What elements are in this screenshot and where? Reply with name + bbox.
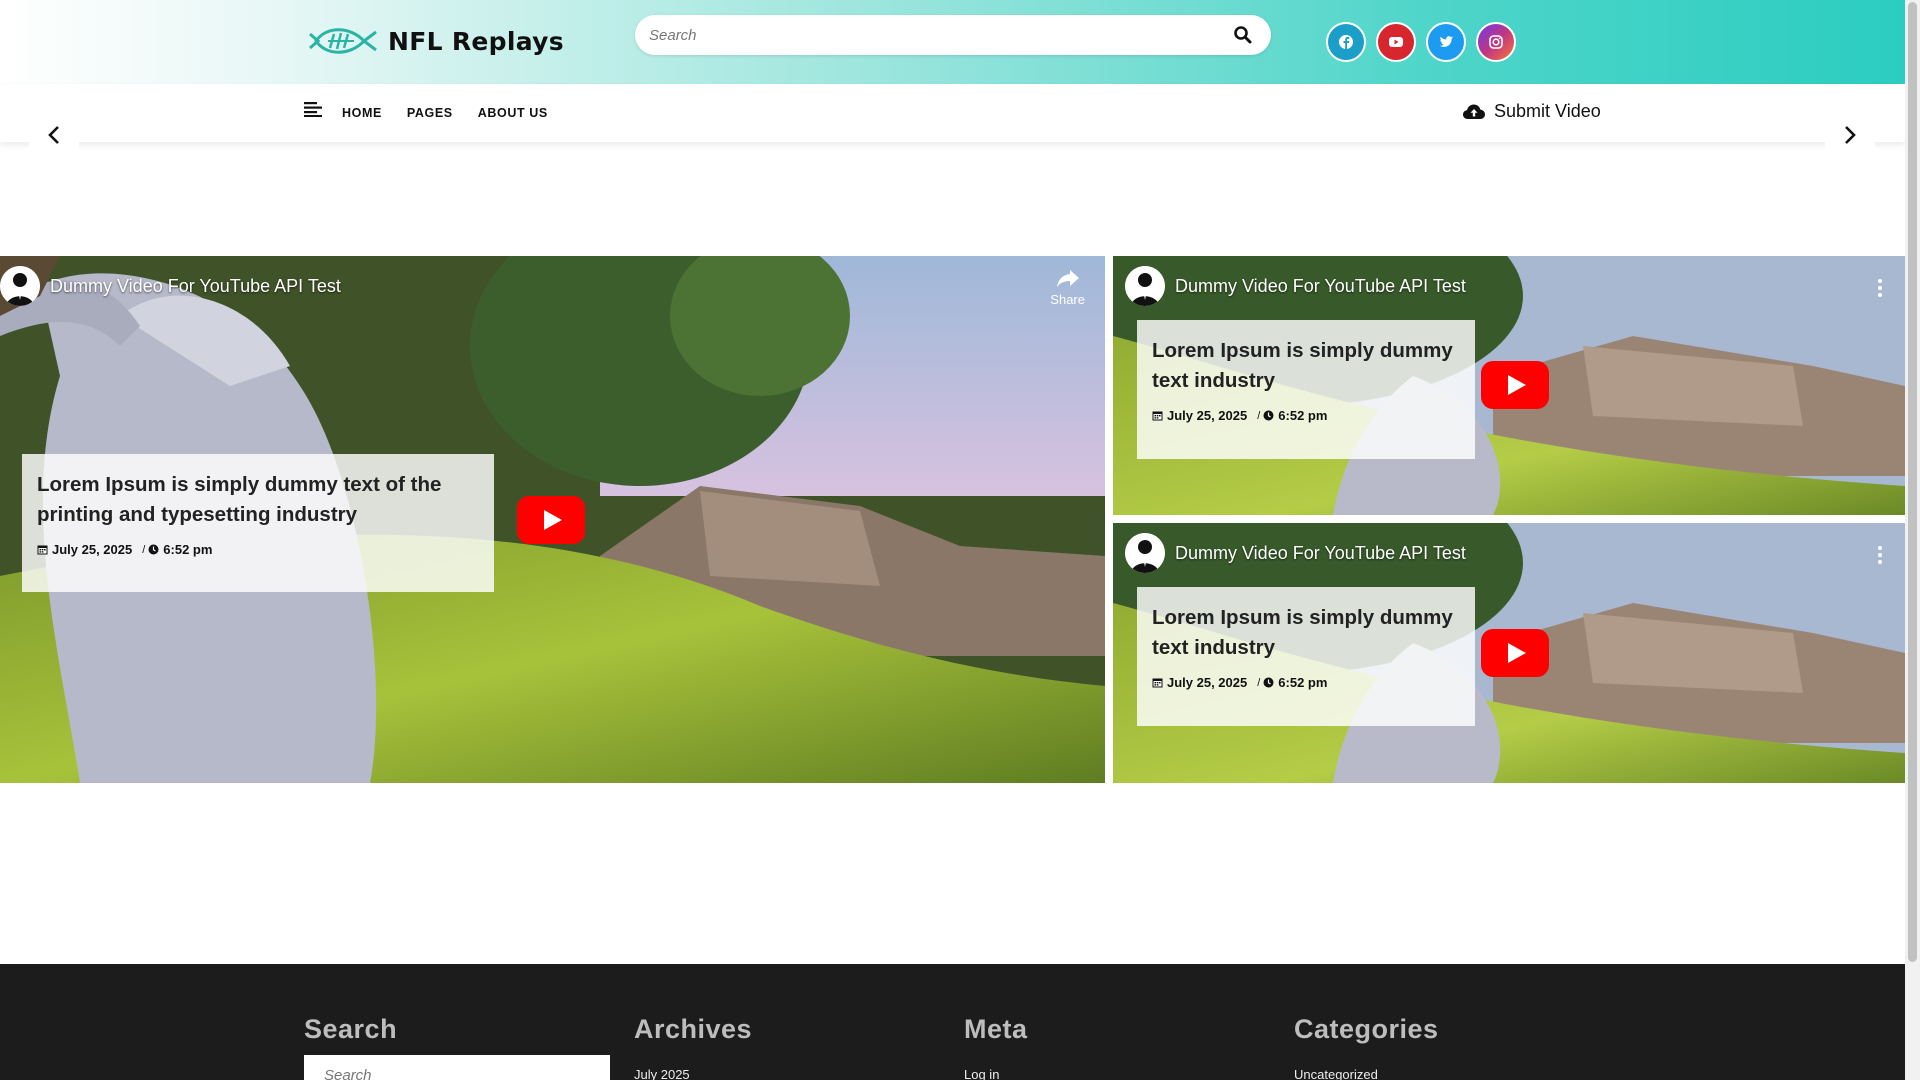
post-card: Lorem Ipsum is simply dummy text of the … <box>22 454 494 592</box>
avatar-icon <box>1125 533 1165 573</box>
video-channel-title[interactable]: Dummy Video For YouTube API Test <box>1175 543 1466 564</box>
scrollbar-thumb[interactable] <box>1908 2 1917 962</box>
slider-prev-button[interactable] <box>29 110 79 160</box>
footer-categories-widget: Categories Uncategorized <box>1294 1014 1439 1080</box>
more-options-icon[interactable] <box>1877 545 1883 565</box>
menu-icon[interactable] <box>304 101 322 117</box>
post-date: July 25, 2025 <box>1167 408 1248 423</box>
post-date: July 25, 2025 <box>1167 675 1248 690</box>
cloud-upload-icon <box>1463 104 1485 119</box>
play-icon[interactable] <box>1481 629 1549 677</box>
share-button[interactable]: Share <box>1050 268 1085 307</box>
footer-search-widget: Search Search <box>304 1014 610 1080</box>
channel-avatar[interactable] <box>1125 533 1165 573</box>
footer-categories-heading: Categories <box>1294 1014 1439 1044</box>
post-time: 6:52 pm <box>1278 408 1328 423</box>
page: NFL Replays Search HOME PAGES ABOUT US S… <box>0 0 1905 1080</box>
video-title-bar: Dummy Video For YouTube API Test <box>0 266 341 306</box>
avatar-icon <box>0 266 40 306</box>
post-title[interactable]: Lorem Ipsum is simply dummy text of the … <box>37 470 479 530</box>
calendar-icon <box>37 545 48 555</box>
twitter-icon <box>1439 36 1453 47</box>
youtube-button[interactable] <box>1376 22 1416 62</box>
nav-item-about-us[interactable]: ABOUT US <box>478 106 548 120</box>
instagram-button[interactable] <box>1476 22 1516 62</box>
footer-search-heading: Search <box>304 1014 398 1044</box>
avatar-icon <box>1125 266 1165 306</box>
footer-meta-widget: Meta Log in <box>964 1014 1028 1080</box>
channel-avatar[interactable] <box>0 266 40 306</box>
site-footer: Search Search Archives July 2025 Meta Lo… <box>0 964 1905 1080</box>
facebook-icon <box>1339 35 1353 49</box>
youtube-icon <box>1389 37 1403 47</box>
post-meta: July 25, 2025 / 6:52 pm <box>37 542 479 557</box>
video-title-bar: Dummy Video For YouTube API Test <box>1125 266 1466 306</box>
nav-item-pages[interactable]: PAGES <box>407 106 453 120</box>
submit-video-button[interactable]: Submit Video <box>1462 101 1601 122</box>
post-title[interactable]: Lorem Ipsum is simply dummy text industr… <box>1152 336 1460 396</box>
site-title: NFL Replays <box>388 26 564 56</box>
post-meta: July 25, 2025 / 6:52 pm <box>1152 408 1460 423</box>
chevron-left-icon <box>48 126 59 144</box>
clock-icon <box>1263 677 1274 688</box>
main-navigation: HOME PAGES ABOUT US Submit Video <box>0 84 1905 142</box>
play-icon[interactable] <box>517 496 585 544</box>
video-title-bar: Dummy Video For YouTube API Test <box>1125 533 1466 573</box>
featured-video[interactable]: Dummy Video For YouTube API Test Share L… <box>0 256 1105 783</box>
clock-icon <box>148 544 159 555</box>
facebook-button[interactable] <box>1326 22 1366 62</box>
chevron-right-icon <box>1845 126 1856 144</box>
post-date: July 25, 2025 <box>52 542 133 557</box>
category-link[interactable]: Uncategorized <box>1294 1067 1439 1080</box>
archive-link[interactable]: July 2025 <box>634 1067 752 1080</box>
calendar-icon <box>1152 411 1163 421</box>
calendar-icon <box>1152 678 1163 688</box>
more-options-icon[interactable] <box>1877 278 1883 298</box>
login-link[interactable]: Log in <box>964 1067 1028 1080</box>
page-scrollbar[interactable] <box>1905 0 1920 1080</box>
social-links <box>1326 22 1516 62</box>
clock-icon <box>1263 410 1274 421</box>
submit-video-label: Submit Video <box>1494 101 1601 121</box>
twitter-button[interactable] <box>1426 22 1466 62</box>
meta-separator: / <box>1257 676 1261 689</box>
post-meta: July 25, 2025 / 6:52 pm <box>1152 675 1460 690</box>
video-card-2[interactable]: Dummy Video For YouTube API Test Lorem I… <box>1113 256 1905 515</box>
post-time: 6:52 pm <box>163 542 213 557</box>
video-channel-title[interactable]: Dummy Video For YouTube API Test <box>50 276 341 297</box>
search-icon[interactable] <box>1233 25 1253 45</box>
channel-avatar[interactable] <box>1125 266 1165 306</box>
play-icon[interactable] <box>1481 361 1549 409</box>
share-label: Share <box>1050 292 1085 307</box>
header-search <box>635 15 1271 55</box>
site-logo[interactable]: NFL Replays <box>308 20 564 62</box>
footer-archives-heading: Archives <box>634 1014 753 1044</box>
footer-archives-widget: Archives July 2025 <box>634 1014 752 1080</box>
post-card: Lorem Ipsum is simply dummy text industr… <box>1137 320 1475 459</box>
meta-separator: / <box>1257 409 1261 422</box>
video-card-3[interactable]: Dummy Video For YouTube API Test Lorem I… <box>1113 523 1905 783</box>
instagram-icon <box>1489 35 1503 49</box>
video-channel-title[interactable]: Dummy Video For YouTube API Test <box>1175 276 1466 297</box>
post-time: 6:52 pm <box>1278 675 1328 690</box>
footer-search-input[interactable]: Search <box>304 1055 610 1080</box>
share-icon <box>1056 270 1079 287</box>
slider-next-button[interactable] <box>1825 110 1875 160</box>
search-input[interactable] <box>635 15 1195 55</box>
footer-meta-heading: Meta <box>964 1014 1028 1044</box>
fish-logo-icon <box>309 28 377 54</box>
post-title[interactable]: Lorem Ipsum is simply dummy text industr… <box>1152 603 1460 663</box>
post-card: Lorem Ipsum is simply dummy text industr… <box>1137 587 1475 726</box>
nav-links: HOME PAGES ABOUT US <box>342 106 548 120</box>
meta-separator: / <box>142 543 146 556</box>
nav-item-home[interactable]: HOME <box>342 106 382 120</box>
top-header: NFL Replays <box>0 0 1905 84</box>
